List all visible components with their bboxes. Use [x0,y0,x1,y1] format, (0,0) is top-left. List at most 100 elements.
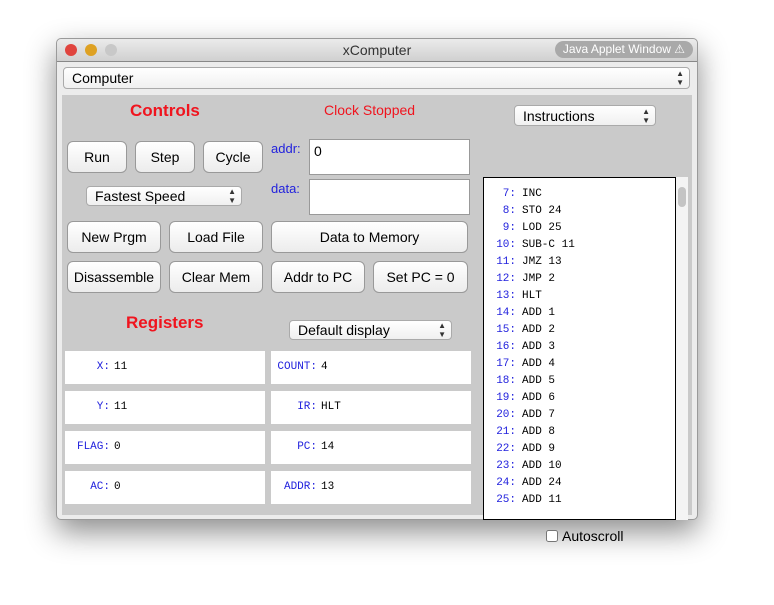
instruction-text: JMP 2 [522,273,556,285]
instructions-scrollbar[interactable] [676,177,688,520]
instruction-row[interactable]: 17: ADD 4 [484,356,675,373]
instruction-row[interactable]: 16: ADD 3 [484,339,675,356]
disassemble-button[interactable]: Disassemble [67,261,161,293]
instruction-row[interactable]: 7: INC [484,186,675,203]
instruction-address: 25: [496,494,516,506]
autoscroll-checkbox[interactable] [546,530,558,542]
addr-input[interactable]: 0 [309,139,470,175]
instruction-address: 12: [496,273,516,285]
data-label: data: [271,181,300,196]
view-select[interactable]: Instructions ▲ ▼ [514,105,656,126]
instruction-row[interactable]: 9: LOD 25 [484,220,675,237]
addr-to-pc-button[interactable]: Addr to PC [271,261,365,293]
cycle-button[interactable]: Cycle [203,141,263,173]
instruction-text: ADD 8 [522,426,556,438]
instruction-row[interactable]: 21: ADD 8 [484,424,675,441]
instruction-row[interactable]: 13: HLT [484,288,675,305]
register-cell: X: 11 [65,351,265,384]
instruction-address: 9: [502,222,516,234]
run-button[interactable]: Run [67,141,127,173]
instruction-row[interactable]: 20: ADD 7 [484,407,675,424]
display-select[interactable]: Default display ▲ ▼ [289,320,452,340]
updown-arrow-icon: ▲ ▼ [676,69,684,87]
instruction-address: 22: [496,443,516,455]
instruction-text: ADD 1 [522,307,556,319]
register-name: FLAG: [76,441,110,453]
instruction-text: JMZ 13 [522,256,562,268]
instruction-row[interactable]: 23: ADD 10 [484,458,675,475]
instruction-row[interactable]: 14: ADD 1 [484,305,675,322]
instruction-text: SUB-C 11 [522,239,575,251]
clear-memory-button[interactable]: Clear Mem [169,261,263,293]
set-pc-zero-button[interactable]: Set PC = 0 [373,261,468,293]
register-name: ADDR: [283,481,317,493]
load-file-button[interactable]: Load File [169,221,263,253]
register-cell: Y: 11 [65,391,265,424]
instruction-text: INC [522,188,542,200]
instructions-list[interactable]: 7: INC 8: STO 24 9: LOD 25 10: SUB-C 11 11: JMZ 1… [483,177,676,520]
speed-select[interactable]: Fastest Speed ▲ ▼ [86,186,242,206]
instruction-text: ADD 2 [522,324,556,336]
register-cell: PC: 14 [271,431,471,464]
data-to-memory-button[interactable]: Data to Memory [271,221,468,253]
updown-arrow-icon: ▲ ▼ [642,107,650,125]
register-value: HLT [321,401,341,413]
instruction-address: 7: [502,188,516,200]
instruction-text: HLT [522,290,542,302]
instruction-address: 23: [496,460,516,472]
register-name: PC: [297,441,317,453]
updown-arrow-icon: ▲ ▼ [228,187,236,205]
computer-select[interactable]: Computer ▲ ▼ [63,67,690,89]
instruction-row[interactable]: 12: JMP 2 [484,271,675,288]
instruction-row[interactable]: 24: ADD 24 [484,475,675,492]
autoscroll-option[interactable]: Autoscroll [546,528,623,544]
register-cell: COUNT: 4 [271,351,471,384]
instruction-address: 13: [496,290,516,302]
instruction-address: 8: [502,205,516,217]
controls-heading: Controls [130,101,200,120]
display-select-value: Default display [298,322,390,338]
instruction-address: 17: [496,358,516,370]
instruction-row[interactable]: 15: ADD 2 [484,322,675,339]
register-value: 0 [114,481,121,493]
computer-select-value: Computer [72,70,134,86]
register-name: AC: [90,481,110,493]
instruction-text: ADD 11 [522,494,562,506]
instruction-address: 18: [496,375,516,387]
instruction-text: ADD 9 [522,443,556,455]
instruction-text: ADD 3 [522,341,556,353]
instruction-address: 14: [496,307,516,319]
updown-arrow-icon: ▲ ▼ [438,321,446,339]
scrollbar-thumb[interactable] [678,187,686,207]
register-cell: IR: HLT [271,391,471,424]
instruction-text: ADD 24 [522,477,562,489]
new-program-button[interactable]: New Prgm [67,221,161,253]
register-value: 11 [114,401,128,413]
instruction-row[interactable]: 11: JMZ 13 [484,254,675,271]
instruction-row[interactable]: 25: ADD 11 [484,492,675,509]
speed-select-value: Fastest Speed [95,188,186,204]
register-cell: FLAG: 0 [65,431,265,464]
java-applet-badge[interactable]: Java Applet Window ⚠ [554,41,693,58]
instruction-row[interactable]: 18: ADD 5 [484,373,675,390]
registers-heading: Registers [126,313,204,332]
instruction-address: 16: [496,341,516,353]
register-value: 4 [321,361,328,373]
instruction-row[interactable]: 19: ADD 6 [484,390,675,407]
register-cell: AC: 0 [65,471,265,504]
instruction-row[interactable]: 22: ADD 9 [484,441,675,458]
addr-label: addr: [271,141,301,156]
instruction-row[interactable]: 8: STO 24 [484,203,675,220]
register-name: COUNT: [277,361,317,373]
instruction-text: ADD 10 [522,460,562,472]
instruction-text: LOD 25 [522,222,562,234]
instruction-text: STO 24 [522,205,562,217]
register-name: IR: [297,401,317,413]
register-value: 14 [321,441,335,453]
clock-status: Clock Stopped [324,102,416,118]
instruction-address: 21: [496,426,516,438]
instruction-address: 24: [496,477,516,489]
instruction-row[interactable]: 10: SUB-C 11 [484,237,675,254]
step-button[interactable]: Step [135,141,195,173]
data-input[interactable] [309,179,470,215]
